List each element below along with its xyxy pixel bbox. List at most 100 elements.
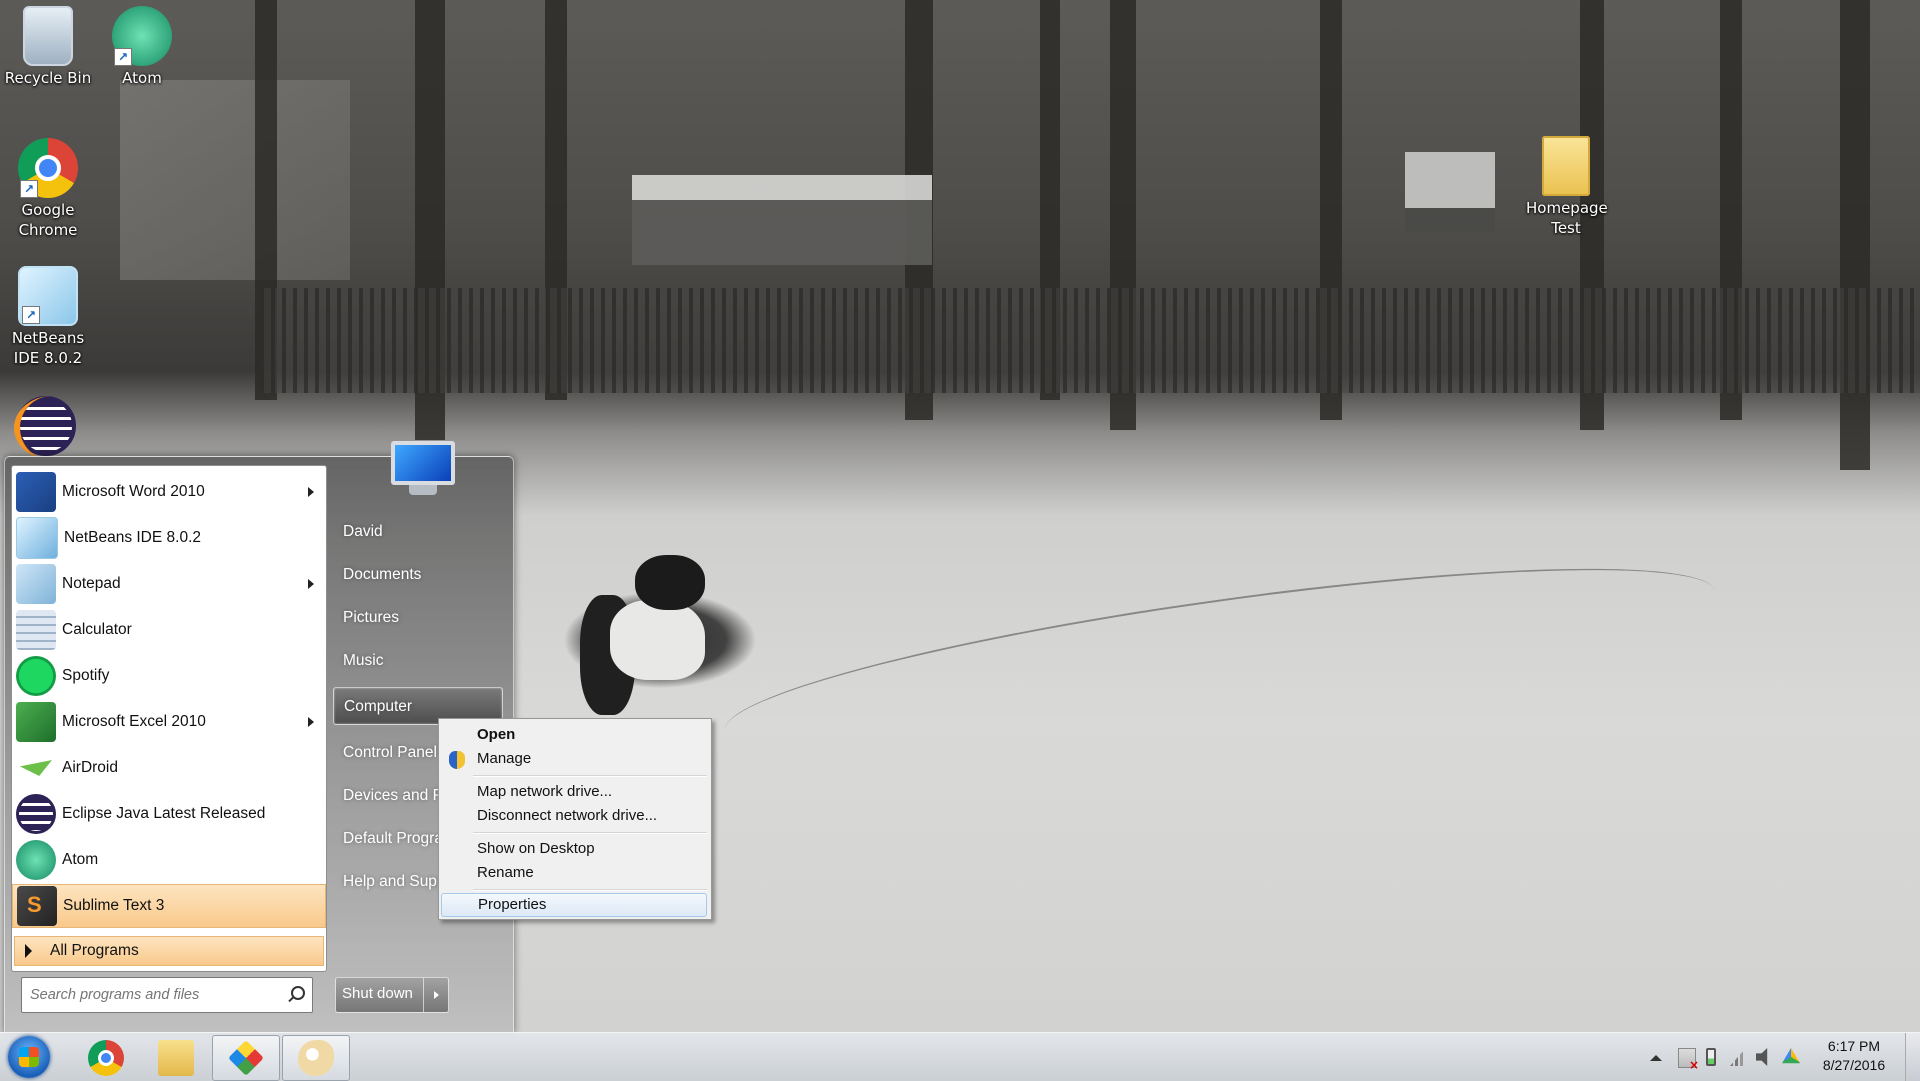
context-separator: [473, 775, 707, 777]
google-drive-icon[interactable]: [1782, 1048, 1800, 1064]
start-link-documents[interactable]: Documents: [333, 556, 509, 594]
computer-monitor-icon: [391, 441, 455, 485]
program-label: AirDroid: [62, 759, 118, 776]
word-icon: [16, 472, 56, 512]
desktop-icon-netbeans[interactable]: ↗ NetBeans IDE 8.0.2: [0, 266, 96, 368]
atom-icon: ↗: [112, 6, 172, 66]
shutdown-options-arrow-icon[interactable]: [424, 978, 448, 1012]
desktop-icon-homepage-test[interactable]: Homepage Test: [1518, 136, 1614, 238]
search-icon[interactable]: [284, 983, 308, 1007]
start-link-music[interactable]: Music: [333, 642, 509, 680]
show-hidden-icons-arrow-icon[interactable]: [1650, 1055, 1662, 1061]
context-item-disconnect-network-drive[interactable]: Disconnect network drive...: [441, 804, 707, 828]
volume-muted-icon[interactable]: [1756, 1048, 1768, 1066]
netbeans-icon: [16, 517, 58, 559]
airdroid-icon: [16, 748, 56, 788]
desktop-icon-atom[interactable]: ↗ Atom: [94, 6, 190, 88]
wallpaper-tree: [1840, 0, 1870, 470]
uac-shield-icon: [449, 751, 465, 769]
notepad-icon: [16, 564, 56, 604]
program-label: Spotify: [62, 667, 110, 684]
context-item-show-on-desktop[interactable]: Show on Desktop: [441, 837, 707, 861]
context-separator: [473, 889, 707, 891]
program-item-eclipse[interactable]: Eclipse Java Latest Released: [12, 792, 326, 836]
desktop-icon-google-chrome[interactable]: ↗ Google Chrome: [0, 138, 96, 240]
taskbar-paint[interactable]: [282, 1035, 350, 1081]
program-item-netbeans[interactable]: NetBeans IDE 8.0.2: [12, 516, 326, 560]
system-tray: 6:17 PM 8/27/2016: [1650, 1033, 1920, 1081]
start-search-box[interactable]: [21, 977, 313, 1013]
program-item-airdroid[interactable]: AirDroid: [12, 746, 326, 790]
wallpaper-shed: [1405, 152, 1495, 232]
taskbar-clock[interactable]: 6:17 PM 8/27/2016: [1814, 1037, 1894, 1075]
excel-icon: [16, 702, 56, 742]
context-item-manage[interactable]: Manage: [441, 747, 707, 771]
wallpaper-shed: [632, 175, 932, 265]
program-label: NetBeans IDE 8.0.2: [64, 529, 201, 546]
start-link-david[interactable]: David: [333, 513, 509, 551]
clock-date: 8/27/2016: [1822, 1057, 1886, 1073]
taskbar-explorer[interactable]: [142, 1035, 210, 1081]
chrome-icon: [88, 1040, 124, 1076]
context-item-rename[interactable]: Rename: [441, 861, 707, 885]
windows-start-orb[interactable]: [8, 1036, 50, 1078]
computer-context-menu: Open Manage Map network drive... Disconn…: [438, 718, 712, 920]
program-item-notepad[interactable]: Notepad: [12, 562, 326, 606]
desktop-icon-label: Atom: [122, 69, 162, 87]
shutdown-button-group: Shut down: [335, 977, 449, 1013]
eclipse-icon: [16, 794, 56, 834]
clock-time: 6:17 PM: [1827, 1038, 1881, 1054]
network-signal-icon[interactable]: [1730, 1048, 1746, 1066]
desktop-icon-recycle-bin[interactable]: Recycle Bin: [0, 6, 96, 88]
action-center-flag-icon[interactable]: [1678, 1048, 1699, 1071]
context-separator: [473, 832, 707, 834]
wallpaper-fence: [260, 288, 1920, 393]
program-item-calculator[interactable]: Calculator: [12, 608, 326, 652]
submenu-arrow-icon[interactable]: [308, 487, 314, 497]
program-label: Eclipse Java Latest Released: [62, 805, 266, 822]
shortcut-arrow-icon: ↗: [20, 180, 38, 198]
shortcut-arrow-icon: ↗: [22, 306, 40, 324]
program-item-spotify[interactable]: Spotify: [12, 654, 326, 698]
chrome-icon: ↗: [18, 138, 78, 198]
battery-icon[interactable]: [1706, 1048, 1716, 1066]
program-item-excel[interactable]: Microsoft Excel 2010: [12, 700, 326, 744]
all-programs-button[interactable]: All Programs: [14, 936, 324, 966]
program-item-atom[interactable]: Atom: [12, 838, 326, 882]
wallpaper-dog: [580, 555, 730, 715]
desktop-icon-eclipse[interactable]: [14, 396, 78, 460]
program-list: Microsoft Word 2010 NetBeans IDE 8.0.2 N…: [11, 465, 327, 972]
colored-diamond-app-icon: [228, 1040, 264, 1076]
user-picture[interactable]: [385, 441, 461, 505]
desktop-icon-label: Google Chrome: [18, 201, 78, 239]
program-item-sublime[interactable]: S Sublime Text 3: [12, 884, 326, 928]
search-input[interactable]: [22, 986, 284, 1004]
wallpaper-house: [120, 80, 350, 280]
taskbar-chrome[interactable]: [72, 1035, 140, 1081]
start-link-pictures[interactable]: Pictures: [333, 599, 509, 637]
program-label: Microsoft Word 2010: [62, 483, 205, 500]
program-label: Notepad: [62, 575, 121, 592]
sublime-icon: S: [17, 886, 57, 926]
program-label: Microsoft Excel 2010: [62, 713, 206, 730]
program-item-word[interactable]: Microsoft Word 2010: [12, 470, 326, 514]
shutdown-button[interactable]: Shut down: [336, 978, 424, 1012]
taskbar-app-diamond[interactable]: [212, 1035, 280, 1081]
program-label: Calculator: [62, 621, 132, 638]
explorer-folder-icon: [158, 1040, 194, 1076]
context-item-open[interactable]: Open: [441, 723, 707, 747]
desktop-icon-label: Homepage Test: [1526, 199, 1608, 237]
shortcut-arrow-icon: ↗: [114, 48, 132, 66]
atom-icon: [16, 840, 56, 880]
submenu-arrow-icon[interactable]: [308, 717, 314, 727]
show-desktop-button[interactable]: [1905, 1033, 1920, 1081]
desktop-icon-label: Recycle Bin: [4, 69, 92, 87]
submenu-arrow-icon[interactable]: [308, 579, 314, 589]
all-programs-label: All Programs: [50, 942, 139, 959]
program-label: Sublime Text 3: [63, 897, 165, 914]
folder-icon: [1542, 136, 1590, 196]
context-item-properties[interactable]: Properties: [441, 893, 707, 917]
expand-arrow-icon: [25, 944, 32, 958]
desktop-icon-label: NetBeans IDE 8.0.2: [11, 329, 85, 367]
context-item-map-network-drive[interactable]: Map network drive...: [441, 780, 707, 804]
